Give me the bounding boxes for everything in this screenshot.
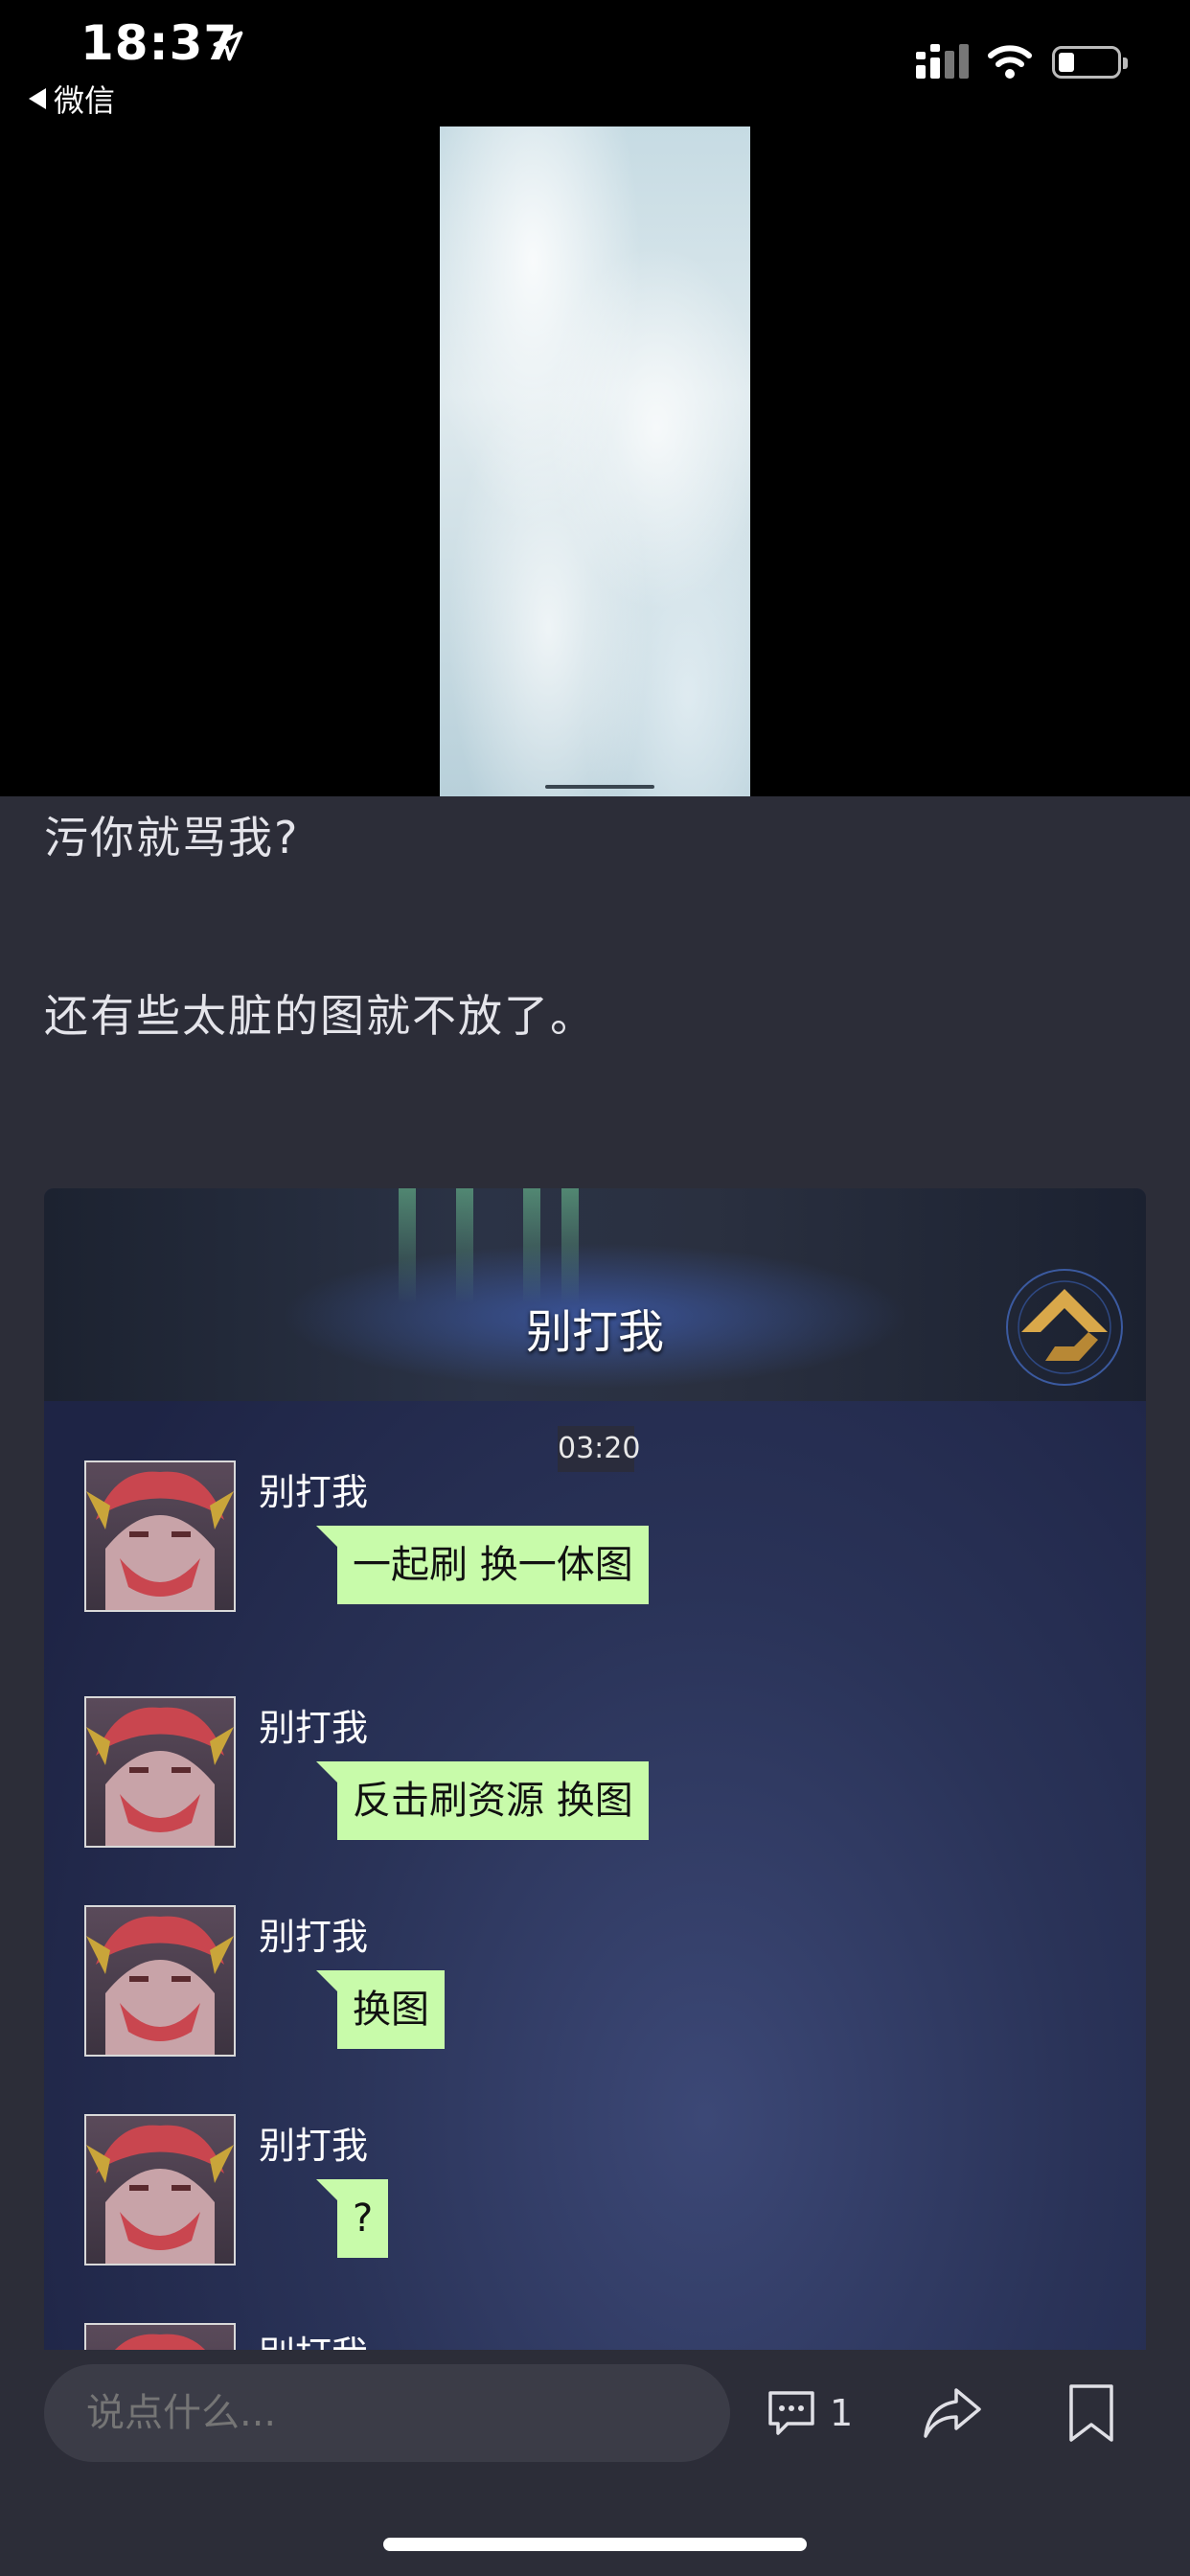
message-bubble: 换图 [316, 1970, 445, 2049]
avatar[interactable] [84, 1460, 236, 1612]
signal-icon [916, 44, 969, 79]
chat-message: 别打我 ? [84, 2114, 947, 2277]
home-indicator[interactable] [383, 2538, 807, 2551]
avatar[interactable] [84, 1905, 236, 2057]
chat-message: 别打我 [84, 2323, 947, 2350]
back-triangle-icon [29, 88, 46, 109]
comment-icon [768, 2391, 814, 2435]
message-bubble: ? [315, 2179, 389, 2258]
game-chat-title: 别打我 [525, 1305, 664, 1359]
video-player[interactable] [0, 126, 1190, 796]
wifi-icon [988, 45, 1032, 79]
game-chat-screenshot[interactable]: 别打我 03:20 别打我 一起刷 换一体图 别打我 反击刷资源 换图 别打我 … [44, 1188, 1146, 2350]
back-app-label: 微信 [54, 82, 116, 119]
game-chat-header: 别打我 [44, 1188, 1146, 1401]
message-bubble: 反击刷资源 换图 [316, 1761, 649, 1840]
comment-count: 1 [830, 2392, 854, 2434]
comment-input[interactable] [44, 2364, 730, 2462]
back-to-app-button[interactable]: 微信 [29, 77, 115, 121]
share-icon[interactable] [922, 2384, 983, 2442]
message-bubble: 一起刷 换一体图 [316, 1526, 649, 1604]
location-arrow-icon [213, 31, 243, 61]
sender-name: 别打我 [259, 1916, 369, 1958]
video-progress-indicator [545, 785, 654, 789]
chat-message: 别打我 换图 [84, 1905, 947, 2068]
sender-name: 别打我 [259, 1471, 369, 1513]
status-bar: 18:37 微信 [0, 0, 1190, 126]
rank-emblem-icon [1006, 1269, 1123, 1386]
bottom-action-bar: 1 [0, 2350, 1190, 2576]
bookmark-icon[interactable] [1067, 2382, 1115, 2444]
chat-message: 别打我 一起刷 换一体图 [84, 1460, 947, 1623]
battery-icon [1052, 46, 1128, 79]
sender-name: 别打我 [259, 2325, 368, 2350]
chat-message: 别打我 反击刷资源 换图 [84, 1696, 947, 1859]
video-frame[interactable] [440, 126, 750, 796]
sender-name: 别打我 [259, 2125, 369, 2167]
sender-name: 别打我 [259, 1707, 369, 1749]
article-paragraph: 污你就骂我? [44, 812, 300, 863]
avatar[interactable] [84, 2323, 236, 2350]
article-paragraph: 还有些太脏的图就不放了。 [44, 990, 596, 1042]
avatar[interactable] [84, 2114, 236, 2266]
avatar[interactable] [84, 1696, 236, 1848]
comments-button[interactable]: 1 [767, 2382, 853, 2444]
